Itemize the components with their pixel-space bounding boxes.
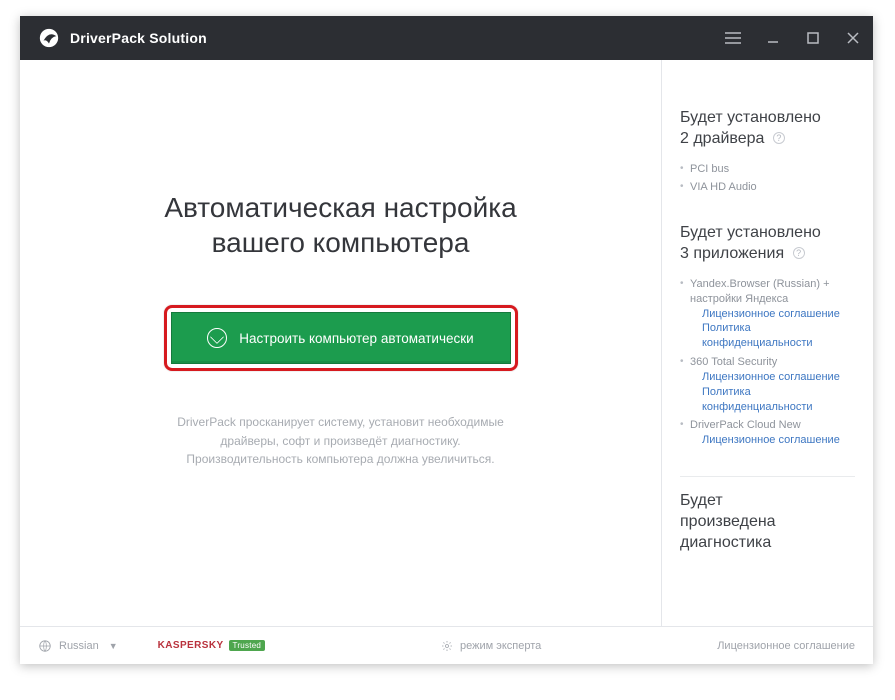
help-icon[interactable]: ? xyxy=(773,132,785,144)
main-pane: Автоматическая настройка вашего компьюте… xyxy=(20,60,661,626)
footer-license-link[interactable]: Лицензионное соглашение xyxy=(717,640,855,652)
cta-highlight: Настроить компьютер автоматически xyxy=(164,305,518,371)
expert-mode-label: режим эксперта xyxy=(460,640,541,652)
titlebar: DriverPack Solution xyxy=(20,16,873,60)
compass-icon xyxy=(207,328,227,348)
gear-icon xyxy=(441,640,453,652)
privacy-link[interactable]: Политика конфиденциальности xyxy=(690,385,855,415)
help-icon[interactable]: ? xyxy=(793,247,805,259)
sidebar-apps-heading: Будет установлено 3 приложения ? xyxy=(680,223,855,265)
app-title: DriverPack Solution xyxy=(70,30,207,46)
sidebar-drivers-heading: Будет установлено 2 драйвера ? xyxy=(680,108,855,150)
license-link[interactable]: Лицензионное соглашение xyxy=(690,370,855,385)
window-body: Автоматическая настройка вашего компьюте… xyxy=(20,60,873,626)
sidebar-drivers-list: PCI bus VIA HD Audio xyxy=(680,160,855,198)
sidebar: Будет установлено 2 драйвера ? PCI bus V… xyxy=(661,60,873,626)
language-label: Russian xyxy=(59,640,99,652)
list-item: VIA HD Audio xyxy=(680,178,855,197)
language-selector[interactable]: Russian ▼ xyxy=(38,639,118,653)
main-description: DriverPack просканирует систему, установ… xyxy=(177,413,504,469)
hamburger-menu-button[interactable] xyxy=(713,16,753,60)
list-item: DriverPack Cloud New Лицензионное соглаш… xyxy=(680,416,855,450)
expert-mode-button[interactable]: режим эксперта xyxy=(441,640,541,652)
list-item: Yandex.Browser (Russian) + настройки Янд… xyxy=(680,275,855,353)
list-item: PCI bus xyxy=(680,160,855,179)
chevron-down-icon: ▼ xyxy=(109,641,118,651)
license-link[interactable]: Лицензионное соглашение xyxy=(690,307,855,322)
cta-label: Настроить компьютер автоматически xyxy=(239,331,473,346)
divider xyxy=(680,476,855,477)
close-button[interactable] xyxy=(833,16,873,60)
privacy-link[interactable]: Политика конфиденциальности xyxy=(690,321,855,351)
sidebar-diagnostics-heading: Будет произведена диагностика xyxy=(680,491,855,553)
application-window: DriverPack Solution Автоматическая настр… xyxy=(20,16,873,664)
sidebar-apps-list: Yandex.Browser (Russian) + настройки Янд… xyxy=(680,275,855,450)
trusted-badge: Trusted xyxy=(229,640,266,651)
main-heading-line1: Автоматическая настройка xyxy=(164,192,516,223)
kaspersky-brand: KASPERSKY xyxy=(158,640,224,651)
kaspersky-badge: KASPERSKY Trusted xyxy=(158,640,265,651)
app-logo-icon xyxy=(38,27,60,49)
main-heading: Автоматическая настройка вашего компьюте… xyxy=(164,190,516,260)
maximize-button[interactable] xyxy=(793,16,833,60)
configure-automatically-button[interactable]: Настроить компьютер автоматически xyxy=(171,312,511,364)
license-link[interactable]: Лицензионное соглашение xyxy=(690,433,855,448)
main-heading-line2: вашего компьютера xyxy=(212,227,470,258)
minimize-button[interactable] xyxy=(753,16,793,60)
globe-icon xyxy=(38,639,52,653)
footer: Russian ▼ KASPERSKY Trusted режим экспер… xyxy=(20,626,873,664)
list-item: 360 Total Security Лицензионное соглашен… xyxy=(680,353,855,416)
